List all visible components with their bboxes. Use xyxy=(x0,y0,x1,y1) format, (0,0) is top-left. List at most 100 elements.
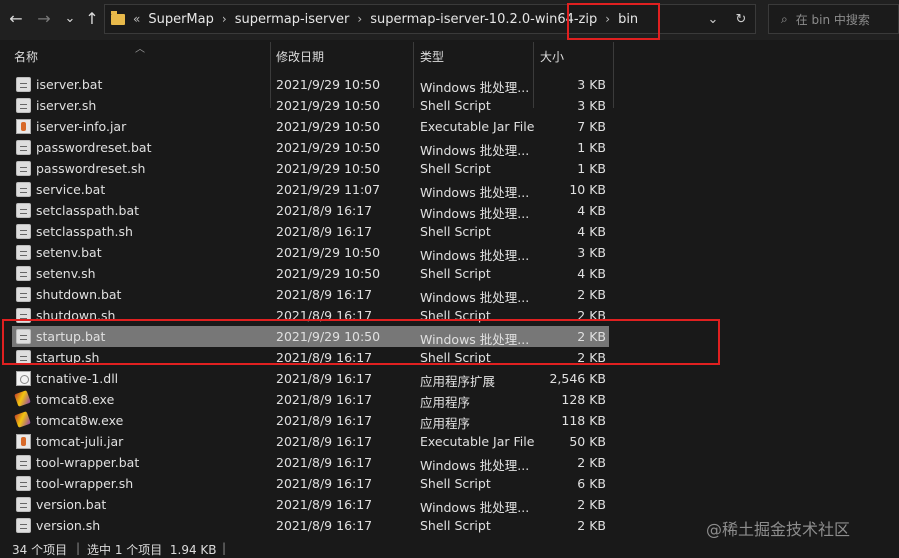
breadcrumb-separator-icon[interactable]: › xyxy=(357,12,362,26)
up-arrow-icon[interactable]: ↑ xyxy=(80,8,104,30)
folder-icon xyxy=(111,10,125,25)
forward-arrow-icon[interactable]: → xyxy=(32,8,56,30)
script-file-icon xyxy=(16,266,31,281)
exe-file-icon xyxy=(14,411,31,428)
column-headers: ︿ 名称 修改日期 类型 大小 xyxy=(0,40,899,108)
file-size: 2 KB xyxy=(577,329,606,344)
file-date: 2021/8/9 16:17 xyxy=(276,392,373,407)
file-type: Windows 批处理... xyxy=(420,458,530,473)
script-file-icon xyxy=(16,224,31,239)
file-row[interactable]: setenv.bat 2021/9/29 10:50 Windows 批处理... 3… xyxy=(12,242,609,263)
column-header-type[interactable]: 类型 xyxy=(420,48,444,65)
file-row-selected[interactable]: startup.bat 2021/9/29 10:50 Windows 批处理...… xyxy=(12,326,609,347)
item-count: 34 个项目 xyxy=(12,543,68,557)
breadcrumb-separator-icon[interactable]: › xyxy=(222,12,227,26)
breadcrumb-bin[interactable]: bin xyxy=(618,12,638,27)
dll-file-icon xyxy=(16,371,31,386)
file-size: 1 KB xyxy=(577,140,606,155)
file-date: 2021/9/29 10:50 xyxy=(276,266,381,281)
file-date: 2021/8/9 16:17 xyxy=(276,224,373,239)
file-name: setclasspath.bat xyxy=(36,203,140,218)
file-row[interactable]: tcnative-1.dll 2021/8/9 16:17 应用程序扩展 2,546 … xyxy=(12,368,609,389)
file-size: 2 KB xyxy=(577,287,606,302)
file-date: 2021/9/29 10:50 xyxy=(276,329,381,344)
breadcrumb-overflow-icon[interactable]: « xyxy=(133,12,140,26)
file-name: version.bat xyxy=(36,497,107,512)
script-file-icon xyxy=(16,455,31,470)
file-type: Shell Script xyxy=(420,224,491,239)
file-row[interactable]: passwordreset.bat 2021/9/29 10:50 Windows … xyxy=(12,137,609,158)
file-type: Shell Script xyxy=(420,266,491,281)
script-file-icon xyxy=(16,161,31,176)
column-header-date[interactable]: 修改日期 xyxy=(276,48,324,65)
file-name: tcnative-1.dll xyxy=(36,371,119,386)
breadcrumb-supermap[interactable]: SuperMap xyxy=(148,12,214,27)
file-date: 2021/8/9 16:17 xyxy=(276,287,373,302)
file-type: Shell Script xyxy=(420,350,491,365)
file-row[interactable]: setenv.sh 2021/9/29 10:50 Shell Script 4 KB xyxy=(12,263,609,284)
file-list[interactable]: iserver.bat 2021/9/29 10:50 Windows 批处理...… xyxy=(0,74,899,538)
file-row[interactable]: service.bat 2021/9/29 11:07 Windows 批处理...… xyxy=(12,179,609,200)
file-type: Windows 批处理... xyxy=(420,332,530,347)
file-row[interactable]: version.bat 2021/8/9 16:17 Windows 批处理... 2… xyxy=(12,494,609,515)
file-size: 2 KB xyxy=(577,308,606,323)
file-name: startup.sh xyxy=(36,350,100,365)
breadcrumb-iserver-zip[interactable]: supermap-iserver-10.2.0-win64-zip xyxy=(370,12,597,27)
file-row[interactable]: tool-wrapper.bat 2021/8/9 16:17 Windows 批处… xyxy=(12,452,609,473)
file-type: Windows 批处理... xyxy=(420,290,530,305)
file-row[interactable]: setclasspath.bat 2021/8/9 16:17 Windows 批处… xyxy=(12,200,609,221)
file-date: 2021/9/29 10:50 xyxy=(276,77,381,92)
address-dropdown-icon[interactable]: ⌄ xyxy=(699,12,727,27)
breadcrumb-separator-icon[interactable]: › xyxy=(605,12,610,26)
file-date: 2021/8/9 16:17 xyxy=(276,455,373,470)
script-file-icon xyxy=(16,497,31,512)
back-arrow-icon[interactable]: ← xyxy=(4,8,28,30)
file-name: tomcat8.exe xyxy=(36,392,115,407)
file-type: 应用程序 xyxy=(420,416,471,431)
file-row[interactable]: tomcat8w.exe 2021/8/9 16:17 应用程序 118 KB xyxy=(12,410,609,431)
address-bar[interactable]: « SuperMap › supermap-iserver › supermap… xyxy=(104,4,756,34)
file-row[interactable]: startup.sh 2021/8/9 16:17 Shell Script 2 KB xyxy=(12,347,609,368)
script-file-icon xyxy=(16,245,31,260)
file-type: Shell Script xyxy=(420,518,491,533)
script-file-icon xyxy=(16,476,31,491)
file-type: Shell Script xyxy=(420,161,491,176)
watermark: @稀土掘金技术社区 xyxy=(706,520,851,539)
file-name: tomcat-juli.jar xyxy=(36,434,124,449)
file-type: Shell Script xyxy=(420,476,491,491)
file-name: setenv.bat xyxy=(36,245,102,260)
script-file-icon xyxy=(16,350,31,365)
file-size: 4 KB xyxy=(577,266,606,281)
file-row[interactable]: shutdown.bat 2021/8/9 16:17 Windows 批处理...… xyxy=(12,284,609,305)
file-row[interactable]: iserver-info.jar 2021/9/29 10:50 Executabl… xyxy=(12,116,609,137)
file-type: Executable Jar File xyxy=(420,119,535,134)
file-row[interactable]: version.sh 2021/8/9 16:17 Shell Script 2 KB xyxy=(12,515,609,536)
file-date: 2021/9/29 10:50 xyxy=(276,119,381,134)
breadcrumb-supermap-iserver[interactable]: supermap-iserver xyxy=(235,12,350,27)
search-icon: ⌕ xyxy=(781,11,788,26)
column-header-size[interactable]: 大小 xyxy=(540,48,564,65)
file-size: 3 KB xyxy=(577,77,606,92)
file-size: 2 KB xyxy=(577,350,606,365)
column-header-name[interactable]: 名称 xyxy=(14,48,38,65)
file-row[interactable]: iserver.bat 2021/9/29 10:50 Windows 批处理...… xyxy=(12,74,609,95)
file-row[interactable]: setclasspath.sh 2021/8/9 16:17 Shell Scrip… xyxy=(12,221,609,242)
file-type: Windows 批处理... xyxy=(420,80,530,95)
refresh-icon[interactable]: ↻ xyxy=(727,12,755,27)
file-row[interactable]: shutdown.sh 2021/8/9 16:17 Shell Script 2 K… xyxy=(12,305,609,326)
search-input[interactable]: ⌕ 在 bin 中搜索 xyxy=(768,4,899,34)
recent-locations-chevron-icon[interactable]: ⌄ xyxy=(58,8,82,30)
exe-file-icon xyxy=(14,390,31,407)
file-row[interactable]: tool-wrapper.sh 2021/8/9 16:17 Shell Scrip… xyxy=(12,473,609,494)
file-type: Windows 批处理... xyxy=(420,206,530,221)
file-size: 6 KB xyxy=(577,476,606,491)
file-size: 118 KB xyxy=(561,413,606,428)
file-row[interactable]: passwordreset.sh 2021/9/29 10:50 Shell Scr… xyxy=(12,158,609,179)
file-date: 2021/9/29 11:07 xyxy=(276,182,381,197)
file-row[interactable]: tomcat8.exe 2021/8/9 16:17 应用程序 128 KB xyxy=(12,389,609,410)
file-type: Shell Script xyxy=(420,308,491,323)
jar-file-icon xyxy=(16,434,31,449)
file-row[interactable]: iserver.sh 2021/9/29 10:50 Shell Script 3 K… xyxy=(12,95,609,116)
file-size: 4 KB xyxy=(577,203,606,218)
file-row[interactable]: tomcat-juli.jar 2021/8/9 16:17 Executable … xyxy=(12,431,609,452)
